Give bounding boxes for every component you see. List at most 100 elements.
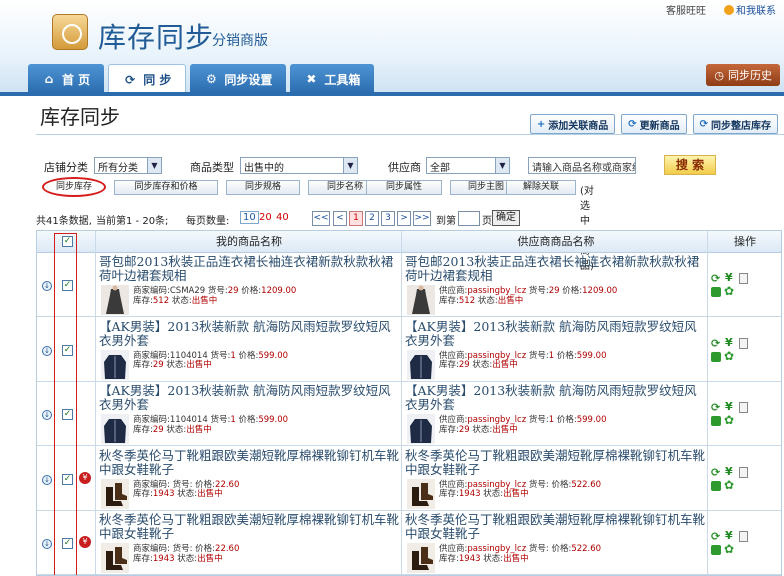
document-icon[interactable] xyxy=(739,402,748,413)
settings-icon[interactable]: ✿ xyxy=(724,479,734,491)
sync-refresh-icon[interactable]: ⟳ xyxy=(711,273,720,284)
supplier-product-cell: 秋冬季英伦马丁靴粗跟欧美潮短靴厚棉裸靴铆钉机车靴中跟女鞋靴子 供应商:passin… xyxy=(403,447,705,511)
goto-page-input[interactable] xyxy=(458,211,480,226)
supplier-product-thumbnail xyxy=(407,543,435,573)
page-size-option[interactable]: 40 xyxy=(276,212,289,223)
settings-icon[interactable]: ✿ xyxy=(724,543,734,555)
supplier-product-name[interactable]: 【AK男装】2013秋装新款 航海防风雨短款罗纹短风衣男外套 xyxy=(405,384,705,412)
table-row: ↓ ✓ 【AK男装】2013秋装新款 航海防风雨短款罗纹短风衣男外套 商家编码:110… xyxy=(37,318,781,382)
stock-icon[interactable] xyxy=(711,287,721,297)
document-icon[interactable] xyxy=(739,273,748,284)
stock-icon[interactable] xyxy=(711,545,721,555)
supplier-product-name[interactable]: 秋冬季英伦马丁靴粗跟欧美潮短靴厚棉裸靴铆钉机车靴中跟女鞋靴子 xyxy=(405,448,705,477)
settings-icon[interactable]: ✿ xyxy=(724,350,734,362)
status-label: 状态: xyxy=(472,360,493,370)
supplier-select[interactable]: 全部 ▼ xyxy=(426,157,510,174)
my-product-meta: 商家编码:1104014 货号:1 价格:599.00 库存:29 状态:出售中 xyxy=(133,415,288,435)
sync-stock-button[interactable]: 同步库存 xyxy=(42,177,106,197)
supplier-product-name[interactable]: 哥包邮2013秋装正品连衣裙长袖连衣裙新款秋款秋裙荷叶边裙套规相 xyxy=(405,255,705,283)
last-page-button[interactable]: >> xyxy=(413,211,431,226)
document-icon[interactable] xyxy=(739,466,748,478)
page-actions: + 添加关联商品 ⟳ 更新商品 ⟳ 同步整店库存 xyxy=(529,114,778,134)
app-header: 客服旺旺 和我联系 库存同步 分销商版 ⌂ 首 页 ⟳ 同 步 ⚙ 同步设置 ✖ 工具箱… xyxy=(0,0,784,94)
col-supplier-name: 供应商商品名称 xyxy=(517,235,595,248)
my-product-name[interactable]: 【AK男装】2013秋装新款 航海防风雨短款罗纹短风衣男外套 xyxy=(99,384,399,412)
supplier-label: 供应商: xyxy=(439,286,468,296)
my-product-name[interactable]: 【AK男装】2013秋装新款 航海防风雨短款罗纹短风衣男外套 xyxy=(99,319,399,348)
tab-toolbox[interactable]: ✖ 工具箱 xyxy=(290,64,375,94)
product-type-select[interactable]: 出售中的 ▼ xyxy=(240,157,358,174)
row-operations: ⟳ ¥ ✿ xyxy=(709,396,748,436)
my-product-name[interactable]: 秋冬季英伦马丁靴粗跟欧美潮短靴厚棉裸靴铆钉机车靴中跟女鞋靴子 xyxy=(99,513,399,541)
sync-refresh-icon[interactable]: ⟳ xyxy=(711,338,720,349)
app-logo-icon xyxy=(52,14,88,50)
supplier-product-name[interactable]: 【AK男装】2013秋装新款 航海防风雨短款罗纹短风衣男外套 xyxy=(405,319,705,348)
merchant-code: 1104014 xyxy=(169,350,208,361)
expand-row-icon[interactable]: ↓ xyxy=(42,281,52,291)
yen-price-icon[interactable]: ¥ xyxy=(725,272,733,283)
my-product-thumbnail xyxy=(101,285,129,315)
price-label: 价格: xyxy=(238,415,259,425)
contact-link[interactable]: 和我联系 xyxy=(724,2,776,17)
tab-sync[interactable]: ⟳ 同 步 xyxy=(108,64,187,94)
page-number[interactable]: 3 xyxy=(381,211,395,226)
first-page-button[interactable]: << xyxy=(312,211,330,226)
expand-row-icon[interactable]: ↓ xyxy=(42,474,52,485)
add-linked-product-button[interactable]: + 添加关联商品 xyxy=(529,114,616,134)
sync-history-button[interactable]: ◷ 同步历史 xyxy=(706,64,780,86)
yen-price-icon[interactable]: ¥ xyxy=(725,530,733,541)
prev-page-button[interactable]: < xyxy=(333,211,347,226)
status-value: 出售中 xyxy=(503,489,529,499)
add-linked-label: 添加关联商品 xyxy=(548,120,609,132)
next-page-button[interactable]: > xyxy=(397,211,411,226)
search-input[interactable]: 请输入商品名称或商家编 xyxy=(528,157,636,174)
supplier-product-thumbnail xyxy=(407,414,435,444)
stock-icon[interactable] xyxy=(711,480,721,491)
expand-row-icon[interactable]: ↓ xyxy=(42,345,52,356)
service-link[interactable]: 客服旺旺 xyxy=(666,2,706,17)
sync-stock-price-button[interactable]: 同步库存和价格 xyxy=(114,180,218,195)
stock-icon[interactable] xyxy=(711,351,721,362)
yen-price-icon[interactable]: ¥ xyxy=(725,401,733,412)
store-category-select[interactable]: 所有分类 ▼ xyxy=(94,157,162,174)
sync-spec-button[interactable]: 同步规格 xyxy=(226,180,300,195)
stock-icon[interactable] xyxy=(711,416,721,426)
search-button[interactable]: 搜 索 xyxy=(664,155,716,175)
sync-attr-button[interactable]: 同步属性 xyxy=(366,180,442,195)
settings-icon[interactable]: ✿ xyxy=(724,414,734,426)
sync-whole-store-button[interactable]: ⟳ 同步整店库存 xyxy=(692,114,778,134)
supplier-product-name[interactable]: 秋冬季英伦马丁靴粗跟欧美潮短靴厚棉裸靴铆钉机车靴中跟女鞋靴子 xyxy=(405,513,705,541)
update-products-button[interactable]: ⟳ 更新商品 xyxy=(621,114,687,134)
page-title: 库存同步 xyxy=(40,105,120,129)
unlink-button[interactable]: 解除关联 xyxy=(506,180,576,195)
page-number[interactable]: 1 xyxy=(349,211,363,226)
expand-row-icon[interactable]: ↓ xyxy=(42,539,52,549)
stock: 29 xyxy=(458,424,470,435)
page-size-option[interactable]: 10 xyxy=(240,211,259,224)
settings-icon[interactable]: ✿ xyxy=(724,285,734,297)
document-icon[interactable] xyxy=(739,531,748,542)
tab-home[interactable]: ⌂ 首 页 xyxy=(28,64,105,94)
total-count: 共41条数据, xyxy=(36,216,92,227)
price: 22.60 xyxy=(215,479,240,490)
goto-confirm-button[interactable]: 确定 xyxy=(492,210,520,226)
page-size-option[interactable]: 20 xyxy=(259,212,272,223)
document-icon[interactable] xyxy=(739,337,748,349)
sync-refresh-icon[interactable]: ⟳ xyxy=(711,531,720,542)
stock-label: 库存: xyxy=(133,424,153,435)
expand-row-icon[interactable]: ↓ xyxy=(42,410,52,420)
tab-sync-settings[interactable]: ⚙ 同步设置 xyxy=(190,64,287,94)
sync-refresh-icon[interactable]: ⟳ xyxy=(711,402,720,413)
app-title: 库存同步 xyxy=(98,21,215,54)
tab-label: 同 步 xyxy=(143,73,172,87)
yen-price-icon[interactable]: ¥ xyxy=(725,337,733,348)
my-product-name[interactable]: 哥包邮2013秋装正品连衣裙长袖连衣裙新款秋款秋裙荷叶边裙套规相 xyxy=(99,255,399,283)
table-row: ↓ ✓ ¥ 秋冬季英伦马丁靴粗跟欧美潮短靴厚棉裸靴铆钉机车靴中跟女鞋靴子 商家编码: 货… xyxy=(37,447,781,511)
page-number[interactable]: 2 xyxy=(365,211,379,226)
my-product-name[interactable]: 秋冬季英伦马丁靴粗跟欧美潮短靴厚棉裸靴铆钉机车靴中跟女鞋靴子 xyxy=(99,448,399,477)
stock: 1943 xyxy=(152,489,175,499)
sync-refresh-icon[interactable]: ⟳ xyxy=(711,467,720,478)
price-label: 价格: xyxy=(556,350,577,361)
yen-price-icon[interactable]: ¥ xyxy=(725,466,733,477)
stock-label: 库存: xyxy=(133,553,153,564)
